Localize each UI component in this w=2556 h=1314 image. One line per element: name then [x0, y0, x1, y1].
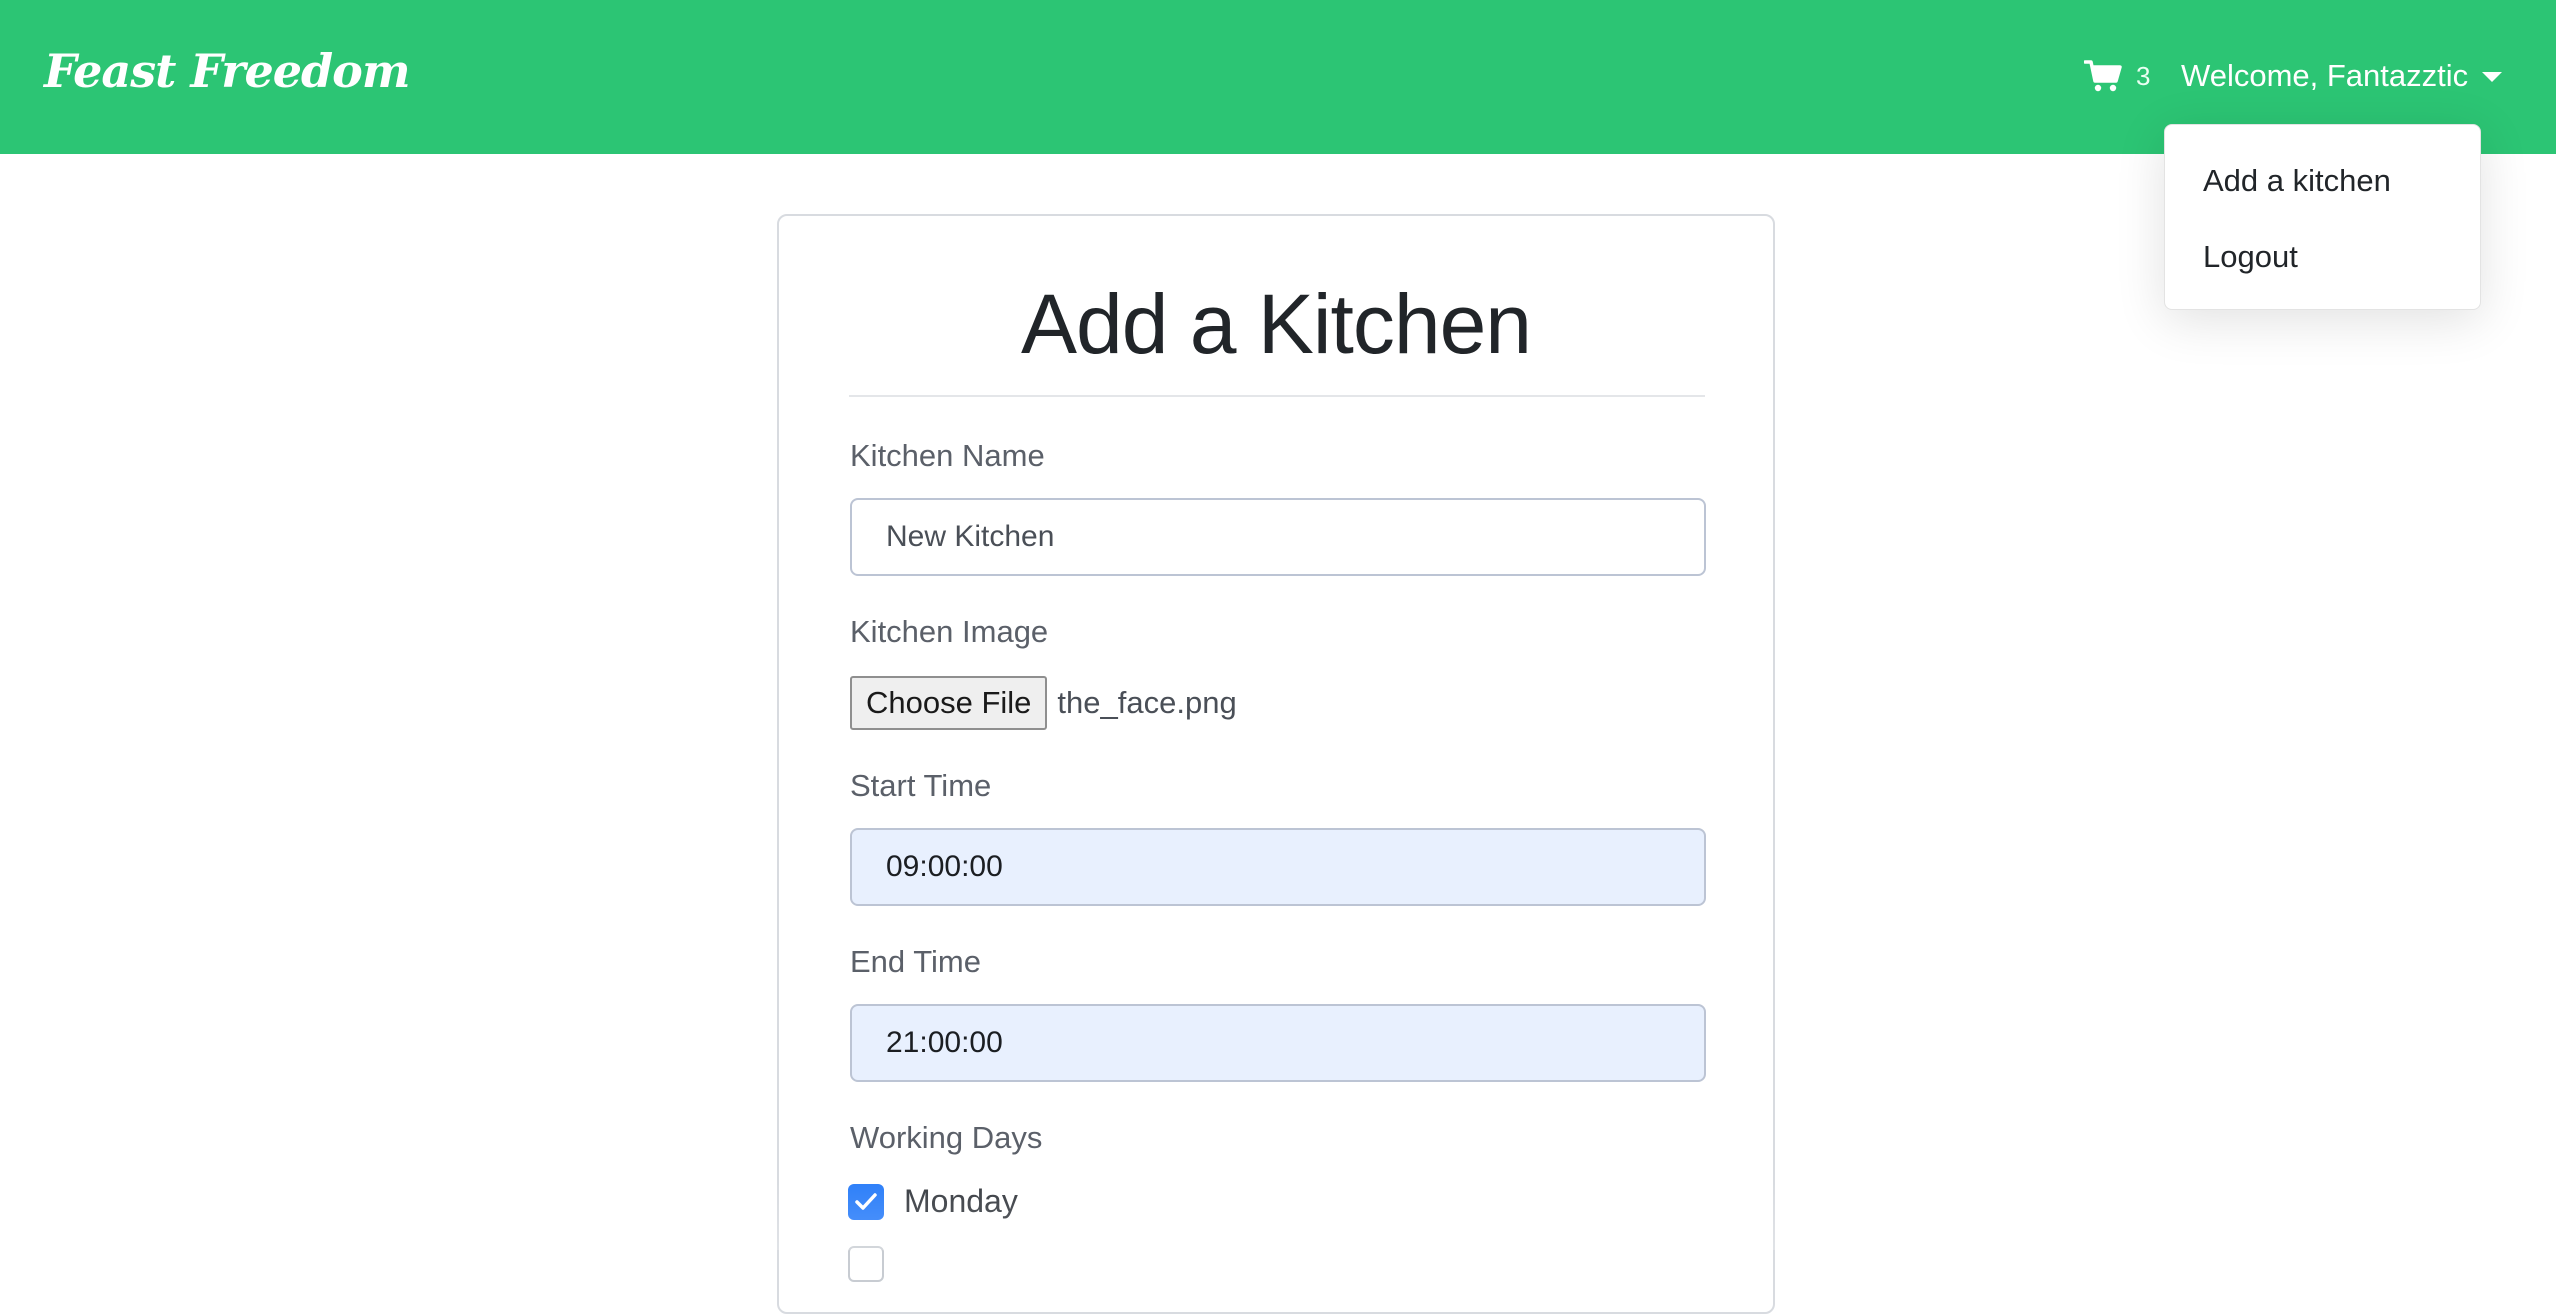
- next-day-checkbox[interactable]: [848, 1246, 884, 1282]
- brand-logo[interactable]: Feast Freedom: [44, 44, 411, 98]
- working-day-monday: Monday: [848, 1183, 1018, 1220]
- selected-file-name: the_face.png: [1057, 685, 1237, 720]
- kitchen-image-label: Kitchen Image: [850, 614, 1049, 649]
- start-time-label: Start Time: [850, 768, 992, 803]
- shopping-cart-icon: [2084, 59, 2122, 93]
- end-time-label: End Time: [850, 944, 981, 979]
- check-icon: [855, 1192, 877, 1210]
- choose-file-button[interactable]: Choose File: [850, 676, 1048, 730]
- kitchen-name-label: Kitchen Name: [850, 438, 1045, 473]
- start-time-input[interactable]: 09:00:00: [850, 828, 1706, 906]
- working-days-label: Working Days: [850, 1120, 1043, 1155]
- end-time-input[interactable]: 21:00:00: [850, 1004, 1706, 1082]
- menu-item-logout[interactable]: Logout: [2203, 239, 2298, 275]
- monday-label: Monday: [904, 1183, 1018, 1219]
- user-menu-toggle[interactable]: Welcome, Fantazztic: [2181, 56, 2503, 96]
- kitchen-name-input[interactable]: New Kitchen: [850, 498, 1706, 576]
- cart-count-badge: 3: [2136, 60, 2151, 91]
- menu-item-add-kitchen[interactable]: Add a kitchen: [2203, 163, 2391, 199]
- caret-down-icon: [2482, 72, 2503, 82]
- title-divider: [849, 395, 1705, 397]
- user-dropdown-menu: Add a kitchen Logout: [2164, 124, 2481, 310]
- page-title: Add a Kitchen: [1020, 277, 1532, 371]
- cart-link[interactable]: 3: [2084, 56, 2150, 96]
- welcome-label: Welcome, Fantazztic: [2181, 58, 2469, 93]
- monday-checkbox[interactable]: [848, 1183, 884, 1220]
- kitchen-image-file-input: Choose File the_face.png: [850, 675, 1237, 731]
- add-kitchen-card: Add a Kitchen Kitchen Name New Kitchen K…: [777, 214, 1775, 1314]
